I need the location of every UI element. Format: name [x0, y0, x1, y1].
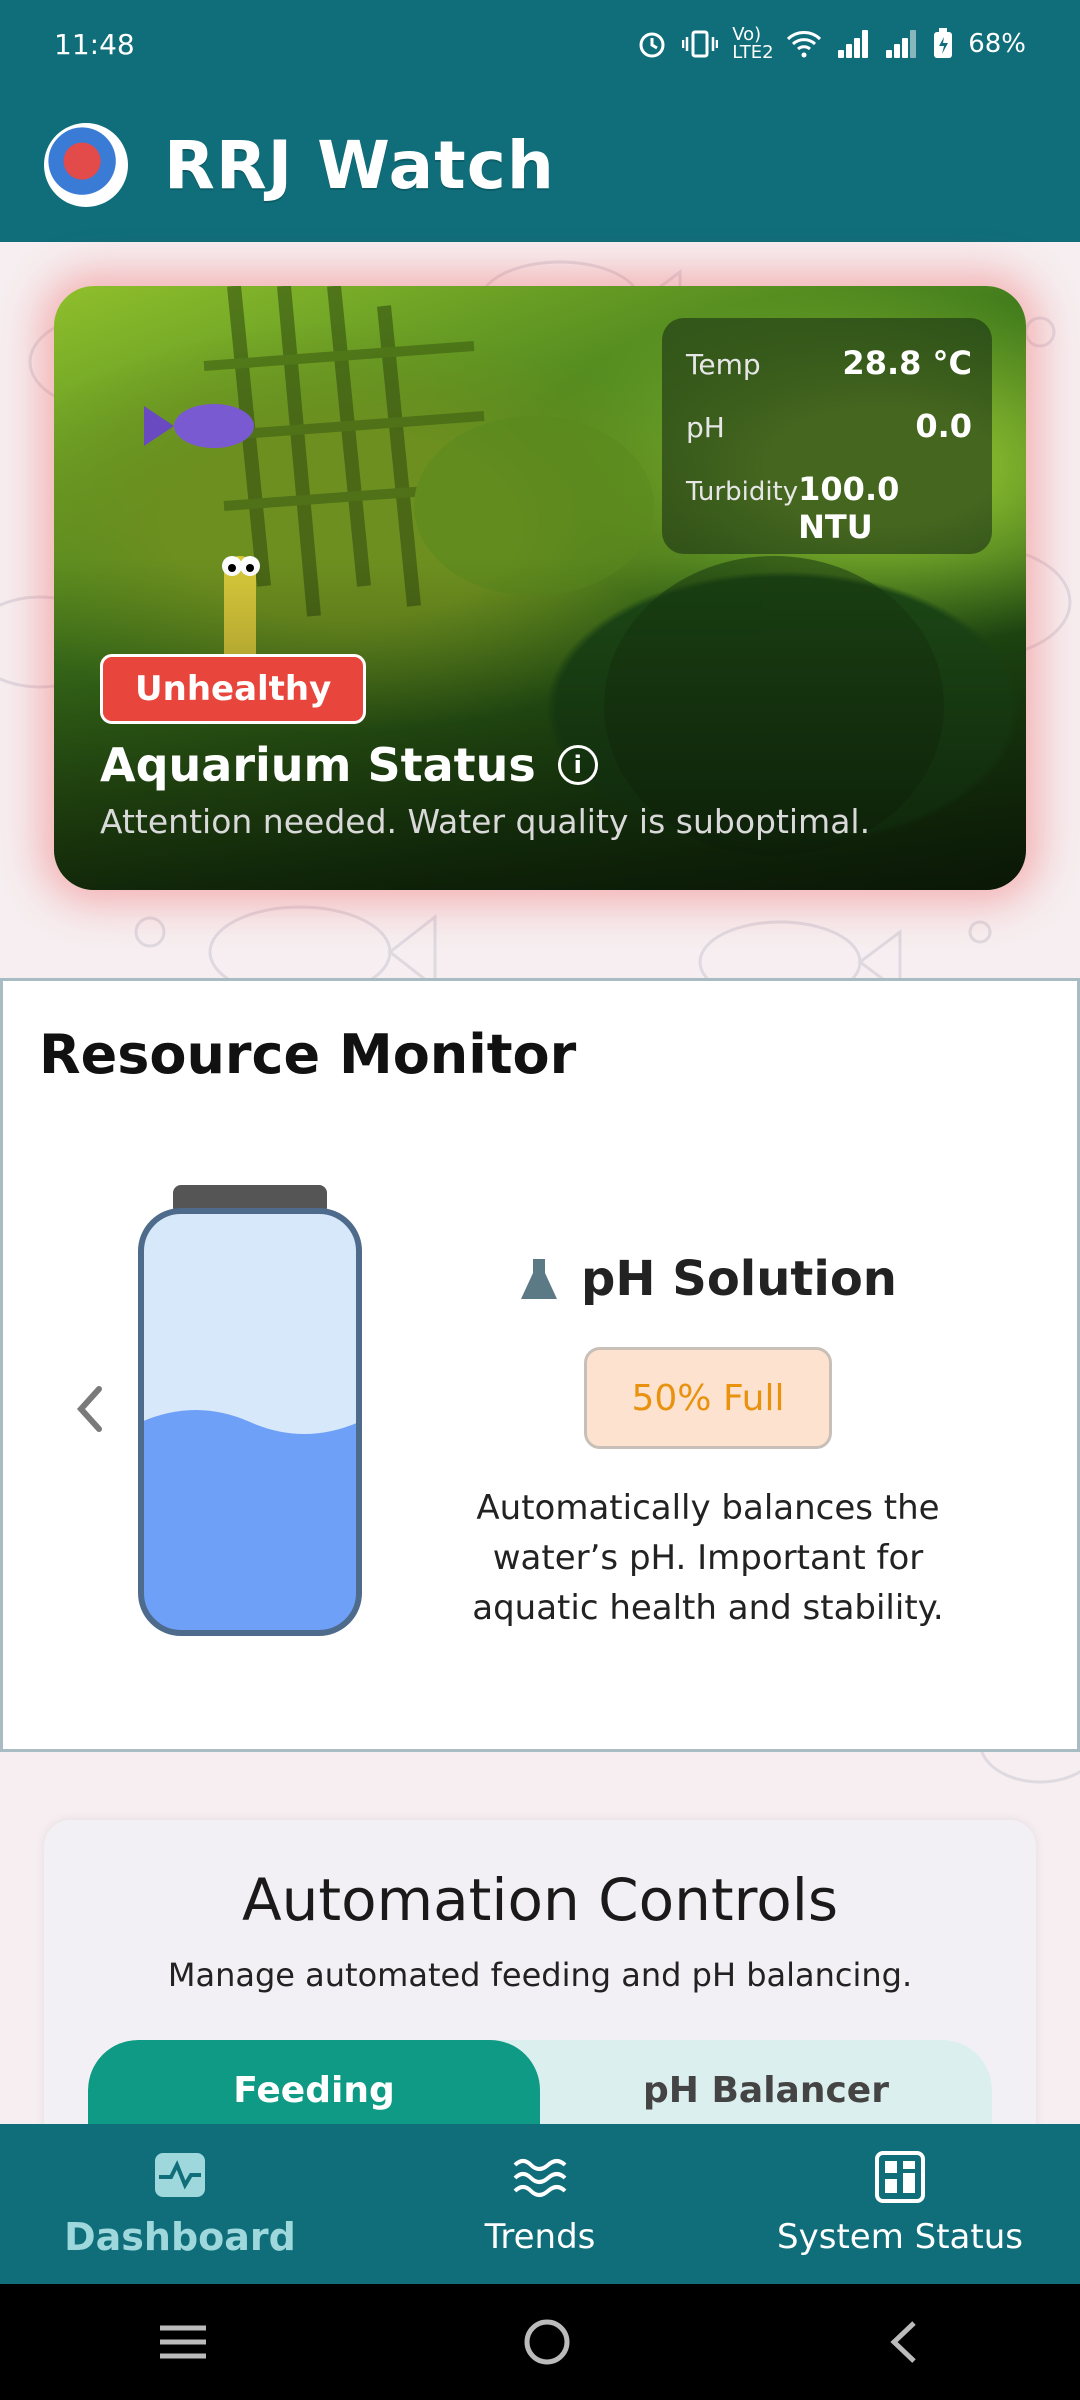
reading-turbidity: Turbidity 100.0 NTU — [686, 470, 972, 546]
reading-value: 100.0 NTU — [798, 470, 900, 546]
aquarium-status-card[interactable]: Temp 28.8 °C pH 0.0 Turbidity 100.0 NTU … — [54, 286, 1026, 890]
alarm-icon — [639, 32, 665, 58]
aquarium-status-subtitle: Attention needed. Water quality is subop… — [100, 802, 871, 841]
automation-subtitle: Manage automated feeding and pH balancin… — [167, 1956, 913, 1994]
bottom-navigation: Dashboard Trends System Status — [0, 2124, 1080, 2284]
network-label: Vo) LTE2 — [732, 24, 774, 63]
reading-temp: Temp 28.8 °C — [686, 344, 972, 407]
status-bar: 11:48 Vo) LTE2 68% — [0, 0, 1080, 88]
battery-icon — [934, 28, 953, 58]
aquarium-status-title: Aquarium Status i — [100, 738, 598, 792]
bottle-liquid — [141, 1410, 359, 1633]
system-navigation-bar — [0, 2284, 1080, 2400]
signal-icon-2 — [884, 30, 918, 58]
back-icon[interactable] — [884, 2317, 924, 2367]
resource-name: pH Solution — [423, 1251, 993, 1307]
app-bar: RRJ Watch — [0, 88, 1080, 242]
grid-icon — [875, 2151, 925, 2203]
info-icon[interactable]: i — [557, 745, 598, 785]
resource-level-badge: 50% Full — [584, 1347, 832, 1449]
battery-percent: 68% — [968, 29, 1026, 59]
nav-label: Dashboard — [64, 2215, 296, 2259]
reading-label: Temp — [686, 348, 761, 381]
wifi-icon — [787, 31, 822, 58]
home-icon[interactable] — [522, 2317, 572, 2367]
reading-label: Turbidity — [686, 477, 799, 507]
resource-info: pH Solution 50% Full Automatically balan… — [423, 1251, 993, 1633]
nav-item-trends[interactable]: Trends — [360, 2124, 720, 2284]
nav-label: Trends — [484, 2217, 596, 2257]
flask-icon — [521, 1259, 558, 1299]
status-time: 11:48 — [54, 27, 135, 61]
signal-icon — [836, 30, 870, 58]
nav-label: System Status — [777, 2217, 1023, 2257]
resource-name-text: pH Solution — [581, 1251, 897, 1307]
resource-monitor-title: Resource Monitor — [39, 1023, 577, 1086]
menu-icon[interactable] — [156, 2320, 210, 2364]
reading-value: 0.0 — [915, 407, 972, 445]
resource-monitor-panel: Resource Monitor pH Solution 50% Full Au… — [0, 978, 1080, 1752]
reading-value: 28.8 °C — [842, 344, 972, 382]
resource-description: Automatically balances the water’s pH. I… — [472, 1488, 944, 1628]
app-logo — [44, 123, 128, 207]
status-icons: Vo) LTE2 68% — [636, 26, 1026, 62]
nav-item-system-status[interactable]: System Status — [720, 2124, 1080, 2284]
chevron-left-icon[interactable] — [69, 1379, 109, 1439]
app-title: RRJ Watch — [164, 126, 555, 204]
reading-ph: pH 0.0 — [686, 407, 972, 470]
nav-item-dashboard[interactable]: Dashboard — [0, 2124, 360, 2284]
reading-label: pH — [686, 411, 725, 444]
activity-icon — [155, 2153, 205, 2197]
resource-bottle — [138, 1185, 362, 1636]
waves-icon — [513, 2159, 567, 2197]
automation-title: Automation Controls — [241, 1866, 839, 1934]
vibrate-icon — [682, 30, 719, 58]
health-status-badge: Unhealthy — [100, 654, 367, 724]
aquarium-status-title-text: Aquarium Status — [100, 738, 536, 792]
automation-controls-card: Automation Controls Manage automated fee… — [44, 1820, 1036, 2140]
readings-panel: Temp 28.8 °C pH 0.0 Turbidity 100.0 NTU — [662, 318, 992, 554]
